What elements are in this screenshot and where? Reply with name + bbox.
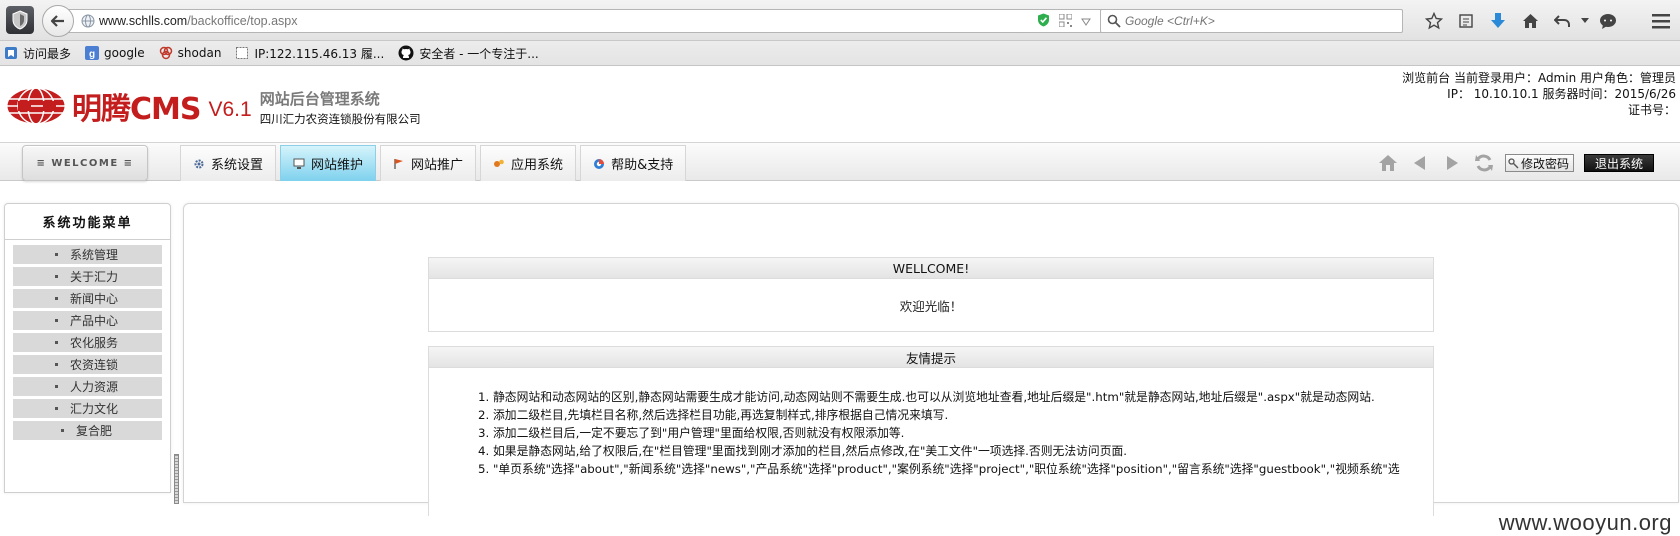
sidebar-item[interactable]: 产品中心 [13, 311, 162, 330]
apps-icon [494, 159, 504, 167]
dropdown-triangle-icon[interactable] [1081, 15, 1091, 29]
sidebar-item[interactable]: 系统管理 [13, 245, 162, 264]
download-icon[interactable] [1482, 10, 1514, 32]
key-icon [1508, 157, 1519, 168]
qr-code-icon[interactable] [1058, 13, 1073, 30]
bookmark-anquanzhe[interactable]: 安全者 - 一个专注于... [398, 45, 539, 62]
site-logo: 明腾CMS V6.1 网站后台管理系统 四川汇力农资连锁股份有限公司 [6, 86, 421, 127]
sidebar-item[interactable]: 复合肥 [13, 421, 162, 440]
change-password-button[interactable]: 修改密码 [1504, 154, 1574, 172]
sidebar-item[interactable]: 新闻中心 [13, 289, 162, 308]
sidebar-item[interactable]: 关于汇力 [13, 267, 162, 286]
search-icon [1107, 14, 1121, 28]
user-info-line[interactable]: 浏览前台 当前登录用户：Admin 用户角色：管理员 [1402, 70, 1676, 86]
shodan-icon [159, 46, 172, 60]
undo-icon[interactable] [1546, 10, 1578, 32]
server-info-line: IP： 10.10.10.1 服务器时间：2015/6/26 [1447, 87, 1676, 101]
bookmark-most-visited[interactable]: 访问最多 [4, 45, 71, 62]
logout-button[interactable]: 退出系统 [1584, 154, 1654, 172]
tip-item: 4. 如果是静态网站,给了权限后,在"栏目管理"里面找到刚才添加的栏目,然后点修… [478, 444, 1128, 458]
sidebar: 系统功能菜单 系统管理 关于汇力 新闻中心 产品中心 农化服务 农资连锁 人力资… [4, 203, 171, 493]
page-icon [236, 47, 249, 59]
system-subtitle: 网站后台管理系统 [259, 89, 380, 108]
flag-icon [394, 158, 404, 169]
tips-list: 1. 静态网站和动态网站的区别,静态网站需要生成才能访问,动态网站则不需要生成.… [429, 368, 1433, 478]
url-bar[interactable]: www.schlls.com/backoffice/top.aspx [60, 9, 1120, 33]
tab-applications[interactable]: 应用系统 [480, 145, 577, 181]
company-name: 四川汇力农资连锁股份有限公司 [259, 111, 421, 126]
back-button[interactable] [42, 5, 74, 37]
sidebar-item[interactable]: 农化服务 [13, 333, 162, 352]
home-icon[interactable] [1514, 10, 1546, 32]
tab-site-maintenance[interactable]: 网站维护 [280, 145, 377, 181]
sidebar-menu: 系统管理 关于汇力 新闻中心 产品中心 农化服务 农资连锁 人力资源 汇力文化 … [5, 240, 170, 440]
bookmark-google[interactable]: g google [85, 46, 145, 60]
url-text: www.schlls.com/backoffice/top.aspx [99, 14, 298, 28]
help-icon [594, 158, 605, 169]
tip-item: 1. 静态网站和动态网站的区别,静态网站需要生成才能访问,动态网站则不需要生成.… [478, 390, 1375, 404]
hamburger-menu-icon[interactable] [1650, 10, 1672, 32]
main-navbar: ≡ WELCOME ≡ 系统设置 网站维护 网站推广 应用系统 帮助&支持 修改… [0, 142, 1680, 181]
github-icon [398, 45, 414, 61]
logo-version: V6.1 [208, 98, 252, 121]
shield-icon[interactable] [6, 6, 34, 34]
tips-panel-title: 友情提示 [429, 347, 1433, 368]
search-input[interactable] [1125, 12, 1395, 30]
sidebar-item[interactable]: 人力资源 [13, 377, 162, 396]
globe-logo-icon [6, 87, 66, 125]
google-icon: g [85, 46, 100, 60]
search-bar[interactable] [1100, 9, 1403, 33]
star-icon[interactable] [1418, 10, 1450, 32]
sidebar-title: 系统功能菜单 [5, 204, 170, 240]
logo-name: 明腾CMS [72, 92, 201, 127]
prev-arrow-icon[interactable] [1409, 152, 1431, 174]
sidebar-item[interactable]: 农资连锁 [13, 355, 162, 374]
refresh-icon[interactable] [1473, 152, 1495, 174]
next-arrow-icon[interactable] [1441, 152, 1463, 174]
security-shield-icon[interactable] [1037, 13, 1050, 30]
watermark: www.wooyun.org [1498, 510, 1672, 535]
tip-item: 3. 添加二级栏目后,一定不要忘了到"用户管理"里面给权限,否则就没有权限添加等… [478, 426, 905, 440]
frame-splitter-handle[interactable] [174, 454, 179, 504]
bookmarks-bar: 访问最多 g google shodan IP:122.115.46.13 履.… [0, 41, 1680, 66]
tab-system-settings[interactable]: 系统设置 [180, 145, 277, 181]
undo-dropdown-icon[interactable] [1578, 10, 1592, 32]
back-arrow-icon [50, 15, 64, 27]
monitor-icon [293, 158, 305, 169]
tips-panel: 友情提示 1. 静态网站和动态网站的区别,静态网站需要生成才能访问,动态网站则不… [428, 346, 1434, 516]
certificate-line: 证书号： [1627, 103, 1676, 117]
gear-icon [194, 159, 204, 168]
welcome-button[interactable]: ≡ WELCOME ≡ [22, 145, 148, 181]
tab-site-promotion[interactable]: 网站推广 [380, 145, 477, 181]
tip-item: 2. 添加二级栏目,先填栏目名称,然后选择栏目功能,再选复制样式,排序根据自己情… [478, 408, 949, 422]
reading-list-icon[interactable] [1450, 10, 1482, 32]
user-info: 浏览前台 当前登录用户：Admin 用户角色：管理员 IP： 10.10.10.… [1402, 70, 1676, 118]
sidebar-item[interactable]: 汇力文化 [13, 399, 162, 418]
svg-text:g: g [89, 49, 95, 60]
bookmark-shodan[interactable]: shodan [159, 46, 221, 60]
welcome-panel: WELLCOME! 欢迎光临！ [428, 257, 1434, 332]
welcome-message: 欢迎光临！ [899, 298, 963, 314]
chat-icon[interactable] [1592, 10, 1624, 32]
page-content: 明腾CMS V6.1 网站后台管理系统 四川汇力农资连锁股份有限公司 浏览前台 … [0, 66, 1680, 535]
bookmark-ip[interactable]: IP:122.115.46.13 履... [235, 45, 384, 62]
tab-help-support[interactable]: 帮助&支持 [580, 145, 687, 181]
welcome-panel-title: WELLCOME! [429, 258, 1433, 279]
home-icon[interactable] [1377, 152, 1399, 174]
bookmark-folder-icon [5, 47, 17, 59]
main-frame: WELLCOME! 欢迎光临！ 友情提示 1. 静态网站和动态网站的区别,静态网… [183, 203, 1679, 516]
browser-toolbar: www.schlls.com/backoffice/top.aspx [0, 0, 1680, 41]
globe-icon [81, 14, 95, 31]
tip-item: 5. "单页系统"选择"about","新闻系统"选择"news","产品系统"… [478, 462, 1400, 476]
